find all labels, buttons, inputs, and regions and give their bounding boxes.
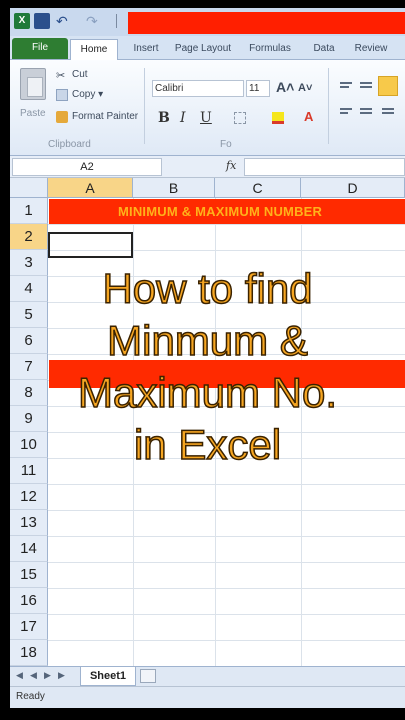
clipboard-group-label: Clipboard bbox=[48, 139, 91, 150]
redo-icon[interactable]: ↷ bbox=[86, 13, 102, 29]
quick-access-toolbar: X ↶ ↷ bbox=[10, 8, 405, 36]
worksheet-grid[interactable]: A B C D 1 2 3 4 5 6 7 8 9 10 11 12 13 14… bbox=[10, 178, 405, 666]
row-header[interactable]: 2 bbox=[10, 224, 48, 250]
font-group-label: Fo bbox=[220, 139, 232, 150]
caption-line: Minmum & bbox=[106, 316, 308, 365]
gridline bbox=[48, 224, 405, 225]
prev-sheet-icon[interactable]: ◀ bbox=[30, 670, 37, 681]
caption-line: in Excel bbox=[133, 420, 282, 469]
title-bar-highlight bbox=[128, 12, 405, 34]
align-bottom-button[interactable] bbox=[378, 76, 398, 96]
row-header[interactable]: 18 bbox=[10, 640, 48, 666]
font-size-select[interactable]: 11 bbox=[246, 80, 270, 97]
formula-bar: A2 fx bbox=[10, 156, 405, 178]
next-sheet-icon[interactable]: ▶ bbox=[44, 670, 51, 681]
status-text: Ready bbox=[16, 691, 45, 702]
select-all-corner[interactable] bbox=[10, 178, 48, 198]
gridline bbox=[48, 614, 405, 615]
gridline bbox=[48, 510, 405, 511]
column-header-b[interactable]: B bbox=[133, 178, 215, 198]
excel-logo-icon: X bbox=[14, 13, 30, 29]
title-cell-text: MINIMUM & MAXIMUM NUMBER bbox=[118, 204, 323, 219]
paste-label[interactable]: Paste bbox=[20, 108, 46, 119]
row-header[interactable]: 17 bbox=[10, 614, 48, 640]
caption-line: Maximum No. bbox=[77, 368, 338, 417]
underline-button[interactable]: U bbox=[200, 110, 212, 126]
cut-button[interactable]: Cut bbox=[72, 69, 88, 80]
format-painter-button[interactable]: Format Painter bbox=[72, 111, 138, 122]
row-header[interactable]: 14 bbox=[10, 536, 48, 562]
excel-window: X ↶ ↷ File Home Insert Page Layout Formu… bbox=[10, 8, 405, 708]
alignment-group bbox=[334, 76, 404, 124]
row-header[interactable]: 1 bbox=[10, 198, 48, 224]
fill-color-icon[interactable] bbox=[272, 112, 284, 124]
tab-file[interactable]: File bbox=[12, 38, 68, 59]
status-bar: Ready bbox=[10, 686, 405, 708]
video-caption-overlay: How to find Minmum & Maximum No. in Exce… bbox=[10, 263, 405, 471]
undo-icon[interactable]: ↶ bbox=[56, 13, 72, 29]
paste-icon[interactable] bbox=[20, 68, 46, 100]
gridline bbox=[48, 640, 405, 641]
gridline bbox=[48, 484, 405, 485]
gridline bbox=[48, 562, 405, 563]
grow-font-icon[interactable]: A˄ bbox=[276, 79, 294, 95]
font-color-icon[interactable]: A bbox=[304, 109, 313, 124]
italic-button[interactable]: I bbox=[180, 110, 186, 126]
ribbon-home: Paste ✂ Cut Copy ▾ Format Painter Clipbo… bbox=[10, 60, 405, 191]
sheet-tab-bar: ◀ ◀ ▶ ▶ Sheet1 bbox=[10, 666, 405, 686]
tab-page-layout[interactable]: Page Layout bbox=[170, 39, 236, 60]
bold-button[interactable]: B bbox=[158, 110, 170, 126]
cut-icon[interactable]: ✂ bbox=[56, 69, 68, 82]
gridline bbox=[48, 588, 405, 589]
row-header[interactable]: 12 bbox=[10, 484, 48, 510]
active-cell-a2[interactable] bbox=[48, 232, 133, 258]
column-header-a[interactable]: A bbox=[48, 178, 133, 198]
column-header-d[interactable]: D bbox=[301, 178, 405, 198]
tab-formulas[interactable]: Formulas bbox=[242, 39, 298, 60]
gridline bbox=[48, 536, 405, 537]
group-divider bbox=[144, 68, 145, 144]
insert-sheet-icon[interactable] bbox=[140, 669, 156, 683]
formula-input[interactable] bbox=[244, 158, 405, 176]
tab-insert[interactable]: Insert bbox=[126, 39, 166, 60]
toolbar-divider bbox=[116, 14, 117, 28]
tab-review[interactable]: Review bbox=[348, 39, 394, 60]
name-box[interactable]: A2 bbox=[12, 158, 162, 176]
copy-icon[interactable] bbox=[56, 89, 68, 101]
row-header[interactable]: 15 bbox=[10, 562, 48, 588]
insert-function-icon[interactable]: fx bbox=[226, 159, 236, 172]
caption-line: How to find bbox=[102, 264, 314, 313]
font-name-select[interactable]: Calibri bbox=[152, 80, 244, 97]
video-frame: X ↶ ↷ File Home Insert Page Layout Formu… bbox=[0, 0, 405, 720]
column-header-c[interactable]: C bbox=[215, 178, 301, 198]
group-divider bbox=[328, 68, 329, 144]
ribbon-tabs: File Home Insert Page Layout Formulas Da… bbox=[10, 36, 405, 60]
save-icon[interactable] bbox=[34, 13, 50, 29]
format-painter-icon[interactable] bbox=[56, 111, 68, 123]
last-sheet-icon[interactable]: ▶ bbox=[58, 670, 65, 681]
tab-home[interactable]: Home bbox=[70, 39, 118, 60]
sheet-tab-sheet1[interactable]: Sheet1 bbox=[80, 667, 136, 686]
tab-data[interactable]: Data bbox=[304, 39, 344, 60]
row-header[interactable]: 13 bbox=[10, 510, 48, 536]
shrink-font-icon[interactable]: A˅ bbox=[298, 82, 312, 94]
copy-button[interactable]: Copy ▾ bbox=[72, 89, 103, 100]
borders-icon[interactable] bbox=[234, 112, 246, 124]
first-sheet-icon[interactable]: ◀ bbox=[16, 670, 23, 681]
row-header[interactable]: 16 bbox=[10, 588, 48, 614]
